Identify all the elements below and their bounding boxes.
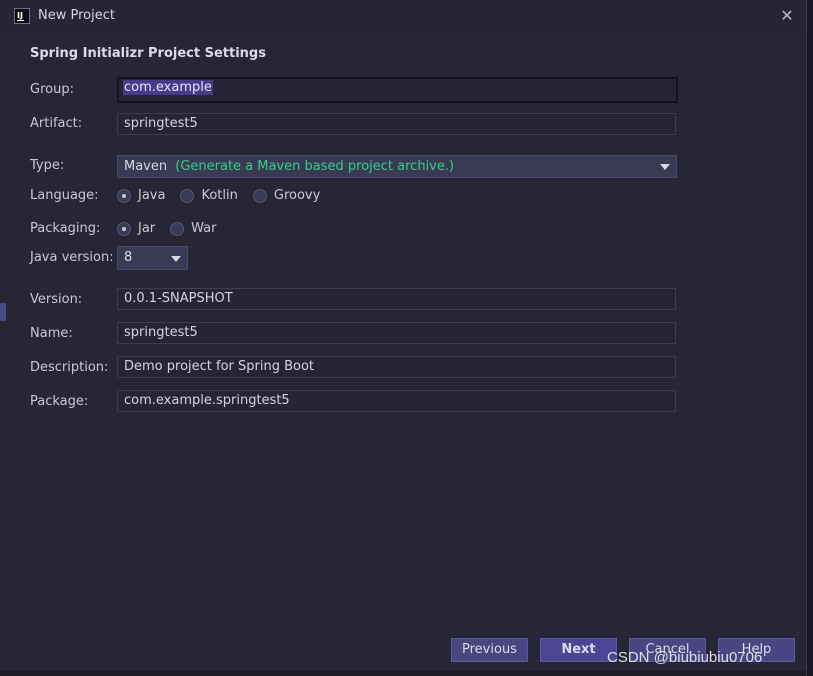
type-label: Type: [30,158,65,173]
previous-button[interactable]: Previous [451,638,528,662]
bottom-edge [0,671,806,676]
packaging-label: Packaging: [30,221,101,236]
language-kotlin-label: Kotlin [201,188,238,203]
version-label: Version: [30,292,83,307]
window-title: New Project [38,8,115,23]
name-label: Name: [30,326,73,341]
language-radio-group: Java Kotlin Groovy [117,188,335,203]
radio-unchecked-icon [180,188,195,203]
intellij-icon: IJ [14,8,30,24]
type-hint: (Generate a Maven based project archive.… [175,159,455,174]
packaging-jar-radio[interactable]: Jar [117,221,155,236]
type-select[interactable]: Maven (Generate a Maven based project ar… [117,155,677,178]
group-label: Group: [30,82,74,97]
packaging-war-label: War [191,221,217,236]
language-java-label: Java [138,188,166,203]
left-marker [0,303,6,321]
watermark: CSDN @biubiubiu0706 [607,649,763,666]
chevron-down-icon [660,164,670,170]
language-java-radio[interactable]: Java [117,188,165,203]
version-input[interactable]: 0.0.1-SNAPSHOT [117,288,676,310]
close-icon[interactable]: ✕ [779,6,795,25]
description-label: Description: [30,360,109,375]
chevron-down-icon [171,256,181,262]
radio-checked-icon [117,188,131,203]
packaging-jar-label: Jar [138,221,156,236]
language-groovy-label: Groovy [273,188,321,203]
package-input[interactable]: com.example.springtest5 [117,390,676,412]
radio-checked-icon [117,221,131,236]
language-label: Language: [30,188,99,203]
section-title: Spring Initializr Project Settings [30,46,266,61]
packaging-war-radio[interactable]: War [170,221,217,236]
title-bar: IJ New Project ✕ [0,0,806,32]
radio-unchecked-icon [170,221,185,236]
name-input[interactable]: springtest5 [117,322,676,344]
radio-unchecked-icon [252,188,267,203]
group-input[interactable]: com.example [117,77,678,103]
java-version-select[interactable]: 8 [117,246,188,270]
group-value: com.example [123,80,213,95]
packaging-radio-group: Jar War [117,221,232,236]
artifact-label: Artifact: [30,116,83,131]
new-project-dialog: IJ New Project ✕ Spring Initializr Proje… [0,0,807,676]
next-button[interactable]: Next [540,638,617,662]
artifact-input[interactable]: springtest5 [117,113,676,135]
java-version-label: Java version: [30,250,114,265]
type-value: Maven [124,159,168,174]
language-kotlin-radio[interactable]: Kotlin [180,188,238,203]
package-label: Package: [30,394,89,409]
description-input[interactable]: Demo project for Spring Boot [117,356,676,378]
java-version-value: 8 [124,250,133,265]
language-groovy-radio[interactable]: Groovy [252,188,321,203]
